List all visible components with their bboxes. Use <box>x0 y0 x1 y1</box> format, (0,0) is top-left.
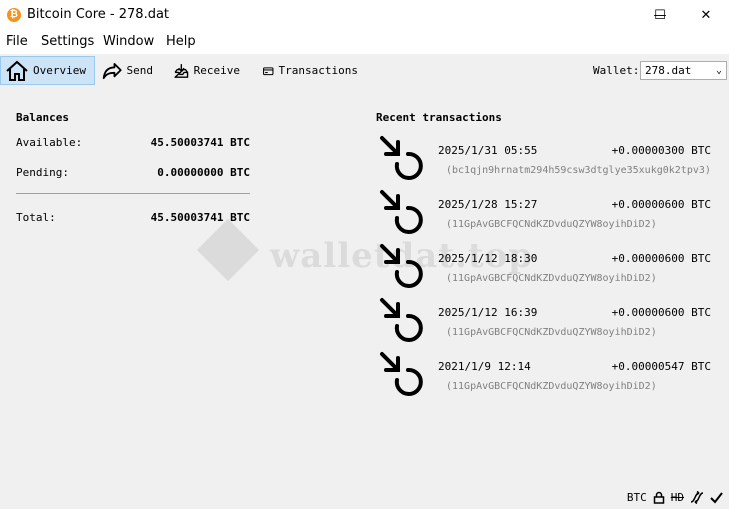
transaction-date: 2025/1/12 16:39 <box>438 306 538 319</box>
balances-heading: Balances <box>16 111 69 124</box>
close-button[interactable]: ✕ <box>683 0 729 31</box>
tab-overview-label: Overview <box>33 64 86 77</box>
chevron-down-icon: ⌄ <box>715 65 722 76</box>
tab-transactions-label: Transactions <box>278 64 358 77</box>
synced-check-icon <box>710 492 723 504</box>
window-title: Bitcoin Core - 278.dat <box>27 7 170 22</box>
receive-tray-icon <box>174 63 189 78</box>
total-value: 45.50003741 BTC <box>150 211 250 224</box>
balance-separator <box>16 193 250 194</box>
wallet-select[interactable]: 278.dat ⌄ <box>640 61 727 80</box>
tab-receive[interactable]: Receive <box>169 56 244 85</box>
tab-overview[interactable]: Overview <box>0 56 95 85</box>
transaction-date: 2021/1/9 12:14 <box>438 360 531 373</box>
incoming-transaction-icon <box>380 352 423 396</box>
transaction-date: 2025/1/12 18:30 <box>438 252 538 265</box>
transaction-amount: +0.00000600 BTC <box>611 198 711 211</box>
tab-transactions[interactable]: Transactions <box>258 56 362 85</box>
unit-label[interactable]: BTC <box>627 491 647 504</box>
pending-value: 0.00000000 BTC <box>157 166 250 179</box>
card-icon <box>263 66 274 75</box>
send-arrow-icon <box>102 62 122 79</box>
hd-disabled-icon: HD <box>670 491 684 504</box>
pending-label: Pending: <box>16 166 69 179</box>
menu-help[interactable]: Help <box>166 34 196 49</box>
tab-send-label: Send <box>126 64 154 77</box>
incoming-transaction-icon <box>380 136 423 180</box>
wallet-label: Wallet: <box>593 64 640 77</box>
incoming-transaction-icon <box>380 244 423 288</box>
status-bar: BTC HD <box>627 491 723 504</box>
lock-icon <box>653 491 664 504</box>
tab-receive-label: Receive <box>193 64 240 77</box>
transaction-amount: +0.00000600 BTC <box>611 306 711 319</box>
transaction-address: (bc1qjn9hrnatm294h59csw3dtglye35xukg0k2t… <box>446 165 711 176</box>
available-value: 45.50003741 BTC <box>150 136 250 149</box>
recent-transactions-heading: Recent transactions <box>376 111 502 124</box>
transaction-address: (11GpAvGBCFQCNdKZDvduQZYW8oyihDiD2) <box>446 273 657 284</box>
transaction-date: 2025/1/28 15:27 <box>438 198 538 211</box>
incoming-transaction-icon <box>380 298 423 342</box>
home-icon <box>6 60 28 81</box>
watermark-logo <box>196 218 260 282</box>
incoming-transaction-icon <box>380 190 423 234</box>
available-label: Available: <box>16 136 83 149</box>
transaction-amount: +0.00000547 BTC <box>611 360 711 373</box>
transaction-amount: +0.00000600 BTC <box>611 252 711 265</box>
network-icon[interactable] <box>690 491 704 504</box>
bitcoin-app-icon: ₿ <box>7 8 21 22</box>
menu-file[interactable]: File <box>6 34 28 49</box>
maximize-button[interactable]: ☐ <box>638 0 682 31</box>
menu-settings[interactable]: Settings <box>41 34 94 49</box>
transaction-address: (11GpAvGBCFQCNdKZDvduQZYW8oyihDiD2) <box>446 219 657 230</box>
total-label: Total: <box>16 211 56 224</box>
transaction-address: (11GpAvGBCFQCNdKZDvduQZYW8oyihDiD2) <box>446 327 657 338</box>
transaction-amount: +0.00000300 BTC <box>611 144 711 157</box>
tab-send[interactable]: Send <box>97 56 157 85</box>
wallet-select-value: 278.dat <box>645 64 692 77</box>
transaction-address: (11GpAvGBCFQCNdKZDvduQZYW8oyihDiD2) <box>446 381 657 392</box>
menu-window[interactable]: Window <box>103 34 154 49</box>
transaction-date: 2025/1/31 05:55 <box>438 144 538 157</box>
